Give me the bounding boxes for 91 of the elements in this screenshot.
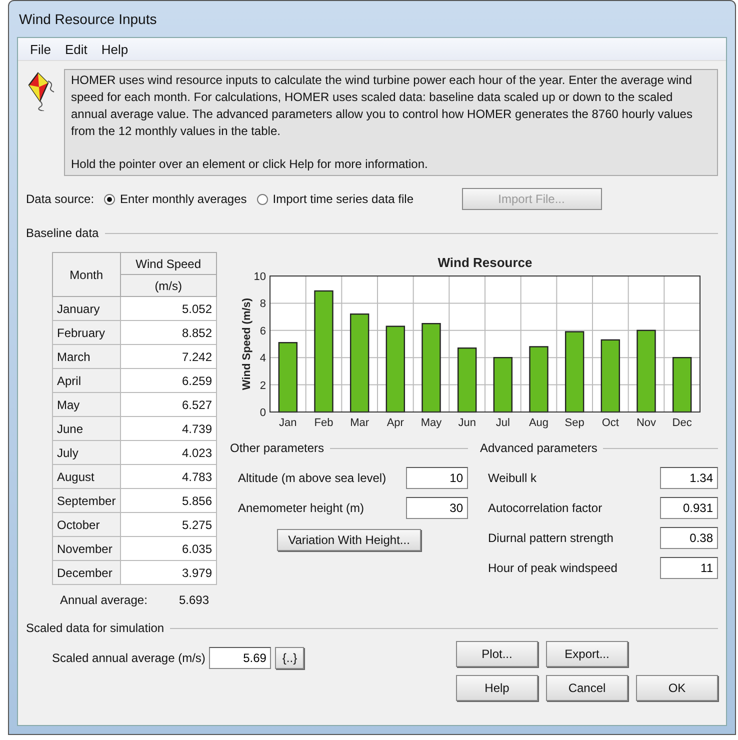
- radio-option[interactable]: Enter monthly averages: [104, 192, 247, 206]
- table-cell: January: [52, 296, 120, 320]
- table-cell[interactable]: 5.856: [120, 488, 216, 512]
- radio-option[interactable]: Import time series data file: [256, 192, 414, 206]
- axis-tick-label: Apr: [386, 417, 404, 429]
- dialog-button[interactable]: OK: [636, 675, 718, 701]
- window-title: Wind Resource Inputs: [19, 11, 157, 27]
- table-cell[interactable]: 5.052: [120, 296, 216, 320]
- column-header: Month: [52, 252, 120, 296]
- axis-tick-label: 10: [254, 271, 266, 283]
- group-title: Advanced parameters: [480, 441, 598, 455]
- axis-tick-label: Jun: [458, 417, 476, 429]
- field-label: Scaled annual average (m/s): [52, 651, 206, 665]
- axis-tick-label: May: [420, 417, 442, 429]
- input-field[interactable]: 11: [660, 557, 718, 579]
- dialog-button[interactable]: Export...: [546, 641, 628, 667]
- table-cell: September: [52, 488, 120, 512]
- input-field[interactable]: 1.34: [660, 467, 718, 489]
- annual-average-value: 5.693: [178, 593, 209, 607]
- input-field[interactable]: 0.38: [660, 527, 718, 549]
- bar: [493, 357, 513, 413]
- bar: [529, 346, 548, 413]
- field-label: Altitude (m above sea level): [238, 471, 386, 485]
- annual-average-label: Annual average:: [60, 593, 148, 607]
- group-title: Scaled data for simulation: [26, 621, 164, 635]
- menu-item[interactable]: File: [24, 42, 57, 56]
- field-label: Weibull k: [488, 471, 536, 485]
- axis-tick-label: 4: [260, 352, 266, 365]
- axis-tick-label: Sep: [564, 417, 584, 429]
- info-text: Hold the pointer over an element or click Help for more information.: [71, 156, 429, 173]
- table-cell[interactable]: 3.979: [120, 560, 216, 584]
- table-cell[interactable]: 6.527: [120, 392, 216, 416]
- input-field[interactable]: 10: [406, 467, 468, 489]
- kite-icon: [26, 71, 56, 111]
- input-field[interactable]: 30: [406, 497, 468, 519]
- table-cell: April: [52, 368, 120, 392]
- axis-tick-label: Oct: [602, 417, 619, 429]
- dialog-button[interactable]: Help: [456, 675, 538, 701]
- field-label: Anemometer height (m): [238, 501, 364, 515]
- axis-title: Wind Speed (m/s): [241, 298, 253, 390]
- radio-icon[interactable]: [256, 194, 268, 204]
- axis-tick-label: Jul: [496, 417, 510, 429]
- table-cell: August: [52, 464, 120, 488]
- axis-tick-label: Aug: [528, 417, 549, 429]
- sensitivity-button[interactable]: {..}: [275, 647, 304, 669]
- field-label: Diurnal pattern strength: [488, 531, 614, 545]
- axis-tick-label: Dec: [672, 417, 692, 429]
- table-cell[interactable]: 6.035: [120, 536, 216, 560]
- menu-item[interactable]: Help: [95, 42, 134, 56]
- table-cell: June: [52, 416, 120, 440]
- dialog-button[interactable]: Cancel: [546, 675, 628, 701]
- group-title: Baseline data: [26, 226, 99, 240]
- dialog-button[interactable]: Plot...: [456, 641, 538, 667]
- table-cell[interactable]: 5.275: [120, 512, 216, 536]
- axis-tick-label: 2: [260, 380, 266, 392]
- axis-tick-label: Mar: [350, 417, 370, 429]
- axis-tick-label: Jan: [279, 417, 297, 429]
- table-cell: October: [52, 512, 120, 536]
- table-cell: July: [52, 440, 120, 464]
- variation-with-height-button[interactable]: Variation With Height...: [277, 529, 421, 551]
- bar: [672, 357, 692, 413]
- column-header: Wind Speed: [120, 252, 216, 274]
- table-cell: May: [52, 392, 120, 416]
- input-field[interactable]: 5.69: [209, 647, 272, 669]
- bar: [278, 342, 298, 413]
- axis-tick-label: 8: [260, 298, 266, 310]
- table-cell[interactable]: 4.023: [120, 440, 216, 464]
- axis-tick-label: 0: [260, 407, 266, 419]
- axis-tick-label: Feb: [314, 417, 334, 429]
- table-cell[interactable]: 7.242: [120, 344, 216, 368]
- chart-title: Wind Resource: [438, 255, 532, 270]
- table-cell: December: [52, 560, 120, 584]
- table-cell: February: [52, 320, 120, 344]
- group-title: Other parameters: [230, 441, 324, 455]
- table-cell[interactable]: 4.783: [120, 464, 216, 488]
- column-unit: (m/s): [120, 274, 216, 296]
- table-cell[interactable]: 8.852: [120, 320, 216, 344]
- axis-tick-label: Nov: [636, 417, 656, 429]
- field-label: Hour of peak windspeed: [488, 561, 618, 575]
- table-cell[interactable]: 4.739: [120, 416, 216, 440]
- table-cell: November: [52, 536, 120, 560]
- menu-item[interactable]: Edit: [58, 42, 94, 56]
- radio-icon[interactable]: [104, 194, 116, 204]
- field-label: Autocorrelation factor: [488, 501, 602, 515]
- axis-tick-label: 6: [260, 325, 266, 338]
- info-text: HOMER uses wind resource inputs to calculate the wind turbine power each hour of the year. Enter the average wind speed for each month. For calculations, HOMER uses scaled data: baseline data scaled up or down to the scaled annual average value. The advanced parameters allow you to control how HOMER generates the 8760 hourly values from the 12 monthly values in the table.: [71, 72, 694, 140]
- bar: [457, 347, 477, 413]
- table-cell[interactable]: 6.259: [120, 368, 216, 392]
- table-cell: March: [52, 344, 120, 368]
- data-source-label: Data source:: [26, 192, 94, 206]
- input-field[interactable]: 0.931: [660, 497, 718, 519]
